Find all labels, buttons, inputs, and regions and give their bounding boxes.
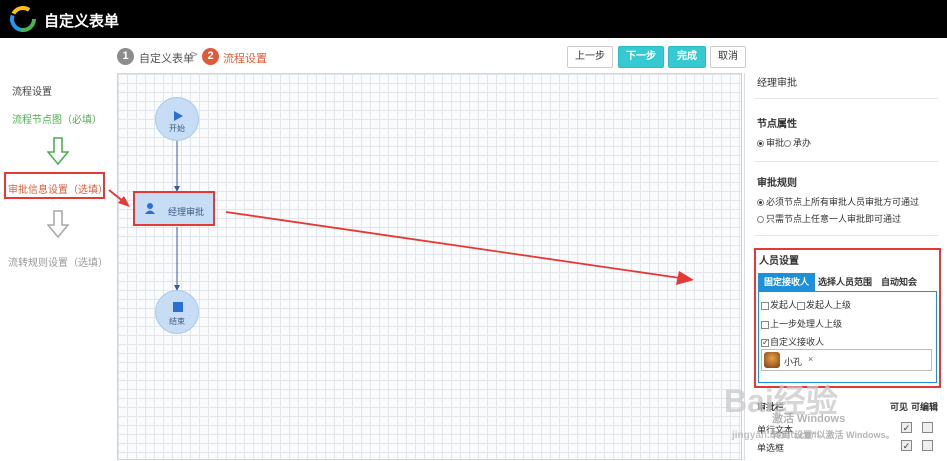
radio-handle-label: 承办 (793, 138, 812, 148)
node-settings-panel: 经理审批 节点属性 审批 承办 审批规则 必须节点上所有审批人员审批方可通过 只需… (744, 73, 947, 460)
node-name-value: 经理审批 (757, 78, 797, 89)
rule-option-all-label: 必须节点上所有审批人员审批方可通过 (766, 197, 920, 207)
checkbox-row-prev-superior: 上一步处理人上级 (761, 317, 842, 330)
checkbox-custom-receiver-label: 自定义接收人 (770, 337, 825, 347)
divider (755, 235, 938, 236)
checkbox-initiator-superior-label: 发起人上级 (806, 300, 852, 310)
field-1-visible-checkbox[interactable]: ✓ (901, 422, 912, 433)
editable-column-header: 可编辑 (911, 402, 939, 412)
checkbox-prev-handler-superior-label: 上一步处理人上级 (770, 319, 843, 329)
tab-fixed-receiver[interactable]: 固定接收人 (758, 273, 815, 291)
receiver-input[interactable]: 小孔 × (761, 349, 932, 371)
rule-option-all[interactable]: 必须节点上所有审批人员审批方可通过 (757, 195, 919, 208)
radio-approve-label: 审批 (766, 138, 785, 148)
radio-rule-any[interactable] (757, 216, 764, 224)
field-table-title: 审批栏 (757, 402, 785, 412)
divider (755, 161, 938, 162)
approval-rule-title: 审批规则 (757, 178, 797, 189)
radio-approve[interactable] (757, 140, 764, 148)
field-1-editable-checkbox[interactable] (922, 422, 933, 433)
divider (755, 98, 938, 99)
checkbox-prev-handler-superior[interactable] (761, 320, 769, 329)
field-2-visible-checkbox[interactable]: ✓ (901, 440, 912, 451)
remove-receiver-icon[interactable]: × (808, 354, 813, 364)
rule-option-any[interactable]: 只需节点上任意一人审批即可通过 (757, 212, 901, 225)
checkbox-initiator-label: 发起人 (770, 300, 798, 310)
field-2-editable-checkbox[interactable] (922, 440, 933, 451)
checkbox-row-initiator: 发起人 发起人上级 (761, 298, 851, 311)
radio-handle[interactable] (784, 140, 792, 148)
checkbox-initiator-superior[interactable] (797, 301, 806, 310)
tab-auto-notify[interactable]: 自动知会 (877, 273, 921, 291)
visible-column-header: 可见 (890, 402, 909, 412)
person-settings-title: 人员设置 (759, 256, 799, 267)
checkbox-row-custom: ✓自定义接收人 (761, 335, 824, 348)
field-row-label-2: 单选框 (757, 443, 785, 453)
tab-person-range[interactable]: 选择人员范围 (817, 273, 873, 291)
radio-rule-all[interactable] (757, 199, 764, 207)
rule-option-any-label: 只需节点上任意一人审批即可通过 (766, 214, 902, 224)
avatar (764, 352, 780, 368)
field-row-label-1: 单行文本 (757, 425, 794, 435)
node-attr-title: 节点属性 (757, 119, 797, 130)
node-attr-options: 审批 承办 (757, 136, 811, 149)
receiver-name: 小孔 (784, 357, 803, 367)
checkbox-custom-receiver[interactable]: ✓ (761, 338, 769, 347)
checkbox-initiator[interactable] (761, 301, 769, 310)
